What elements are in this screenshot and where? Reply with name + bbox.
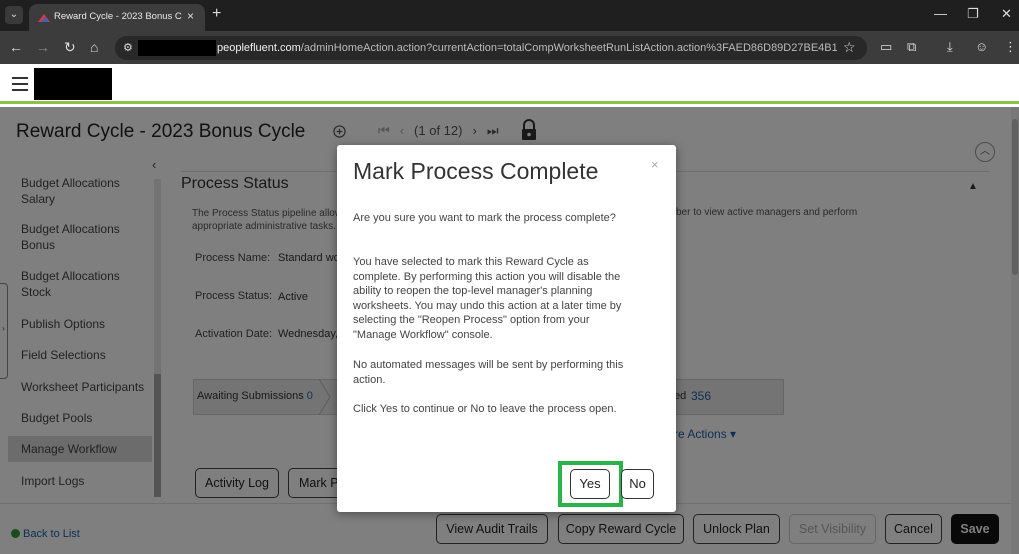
mark-process-complete-dialog: Mark Process Complete × Are you sure you… — [337, 145, 676, 512]
browser-tab-bar: ⌄ Reward Cycle - 2023 Bonus Cycle × + — … — [0, 0, 1019, 31]
address-bar[interactable]: ⚙ peoplefluent.com/adminHomeAction.actio… — [115, 36, 867, 60]
dialog-no-messages-note: No automated messages will be sent by pe… — [353, 359, 624, 386]
browser-toolbar: ← → ↻ ⌂ ⚙ peoplefluent.com/adminHomeActi… — [0, 31, 1019, 64]
yes-button[interactable]: Yes — [570, 469, 610, 499]
dialog-close-icon[interactable]: × — [651, 157, 659, 172]
maximize-icon[interactable]: ❐ — [967, 6, 979, 22]
site-favicon-icon — [38, 14, 50, 22]
url-text: peoplefluent.com/adminHomeAction.action?… — [217, 42, 837, 54]
dialog-question: Are you sure you want to mark the proces… — [353, 212, 616, 224]
no-button[interactable]: No — [621, 469, 654, 499]
extensions-icon[interactable]: ⧉ — [907, 39, 916, 55]
tab-close-icon[interactable]: × — [187, 9, 194, 23]
profile-icon[interactable]: ☺ — [975, 39, 988, 54]
reload-icon[interactable]: ↻ — [64, 39, 76, 56]
new-tab-icon[interactable]: + — [212, 5, 221, 23]
tab-title: Reward Cycle - 2023 Bonus Cycle — [54, 11, 182, 22]
dialog-title: Mark Process Complete — [353, 158, 599, 184]
forward-arrow-icon[interactable]: → — [36, 39, 50, 55]
hamburger-menu-icon[interactable] — [12, 77, 28, 95]
browser-tab[interactable]: Reward Cycle - 2023 Bonus Cycle × — [29, 4, 205, 31]
minimize-icon[interactable]: — — [934, 6, 947, 21]
home-icon[interactable]: ⌂ — [90, 39, 98, 55]
bookmark-star-icon[interactable]: ☆ — [843, 39, 856, 56]
company-logo — [34, 68, 112, 100]
app-header — [0, 64, 1019, 104]
url-path: /adminHomeAction.action?currentAction=to… — [300, 42, 837, 54]
tab-search-button[interactable]: ⌄ — [5, 6, 23, 24]
dialog-explanation: You have selected to mark this Reward Cy… — [353, 256, 622, 341]
dialog-instruction: Click Yes to continue or No to leave the… — [353, 403, 617, 415]
window-close-icon[interactable]: ✕ — [1001, 6, 1012, 22]
cast-icon[interactable]: ▭ — [880, 39, 892, 55]
url-domain: peoplefluent.com — [217, 42, 301, 54]
redacted-url-prefix — [138, 40, 216, 56]
back-arrow-icon[interactable]: ← — [9, 39, 23, 55]
download-icon[interactable]: ⤓ — [947, 39, 953, 55]
menu-kebab-icon[interactable]: ⋮ — [1004, 39, 1017, 55]
site-info-icon[interactable]: ⚙ — [123, 41, 133, 54]
